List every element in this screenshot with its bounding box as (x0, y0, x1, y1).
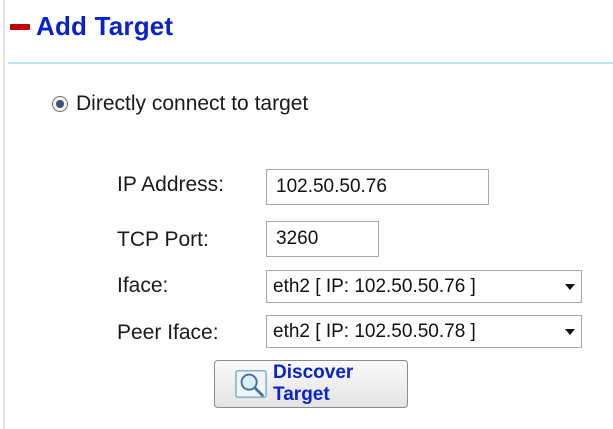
direct-connect-label: Directly connect to target (76, 92, 309, 115)
magnifier-icon (235, 370, 267, 398)
ip-address-value: 102.50.50.76 (276, 176, 387, 197)
ip-address-label: IP Address: (117, 173, 225, 196)
collapse-icon[interactable] (10, 24, 30, 30)
discover-target-label: Discover Target (273, 362, 354, 405)
header-divider (8, 62, 613, 64)
iface-select[interactable]: eth2 [ IP: 102.50.50.76 ] (266, 270, 582, 303)
panel-left-border (3, 0, 5, 429)
direct-connect-radio[interactable] (52, 96, 68, 112)
tcp-port-label: TCP Port: (117, 228, 209, 251)
iface-selected-value: eth2 [ IP: 102.50.50.76 ] (273, 275, 476, 297)
chevron-down-icon (565, 328, 575, 335)
peer-iface-label: Peer Iface: (117, 321, 219, 344)
chevron-down-icon (565, 283, 575, 290)
tcp-port-value: 3260 (276, 228, 319, 249)
ip-address-input[interactable]: 102.50.50.76 (266, 169, 489, 205)
peer-iface-select[interactable]: eth2 [ IP: 102.50.50.78 ] (266, 315, 582, 348)
section-title: Add Target (36, 10, 174, 41)
direct-connect-option[interactable]: Directly connect to target (52, 92, 308, 116)
discover-target-button[interactable]: Discover Target (214, 360, 408, 408)
tcp-port-input[interactable]: 3260 (266, 221, 379, 257)
section-header: Add Target (10, 6, 173, 46)
iface-label: Iface: (117, 274, 169, 297)
peer-iface-selected-value: eth2 [ IP: 102.50.50.78 ] (273, 320, 476, 342)
